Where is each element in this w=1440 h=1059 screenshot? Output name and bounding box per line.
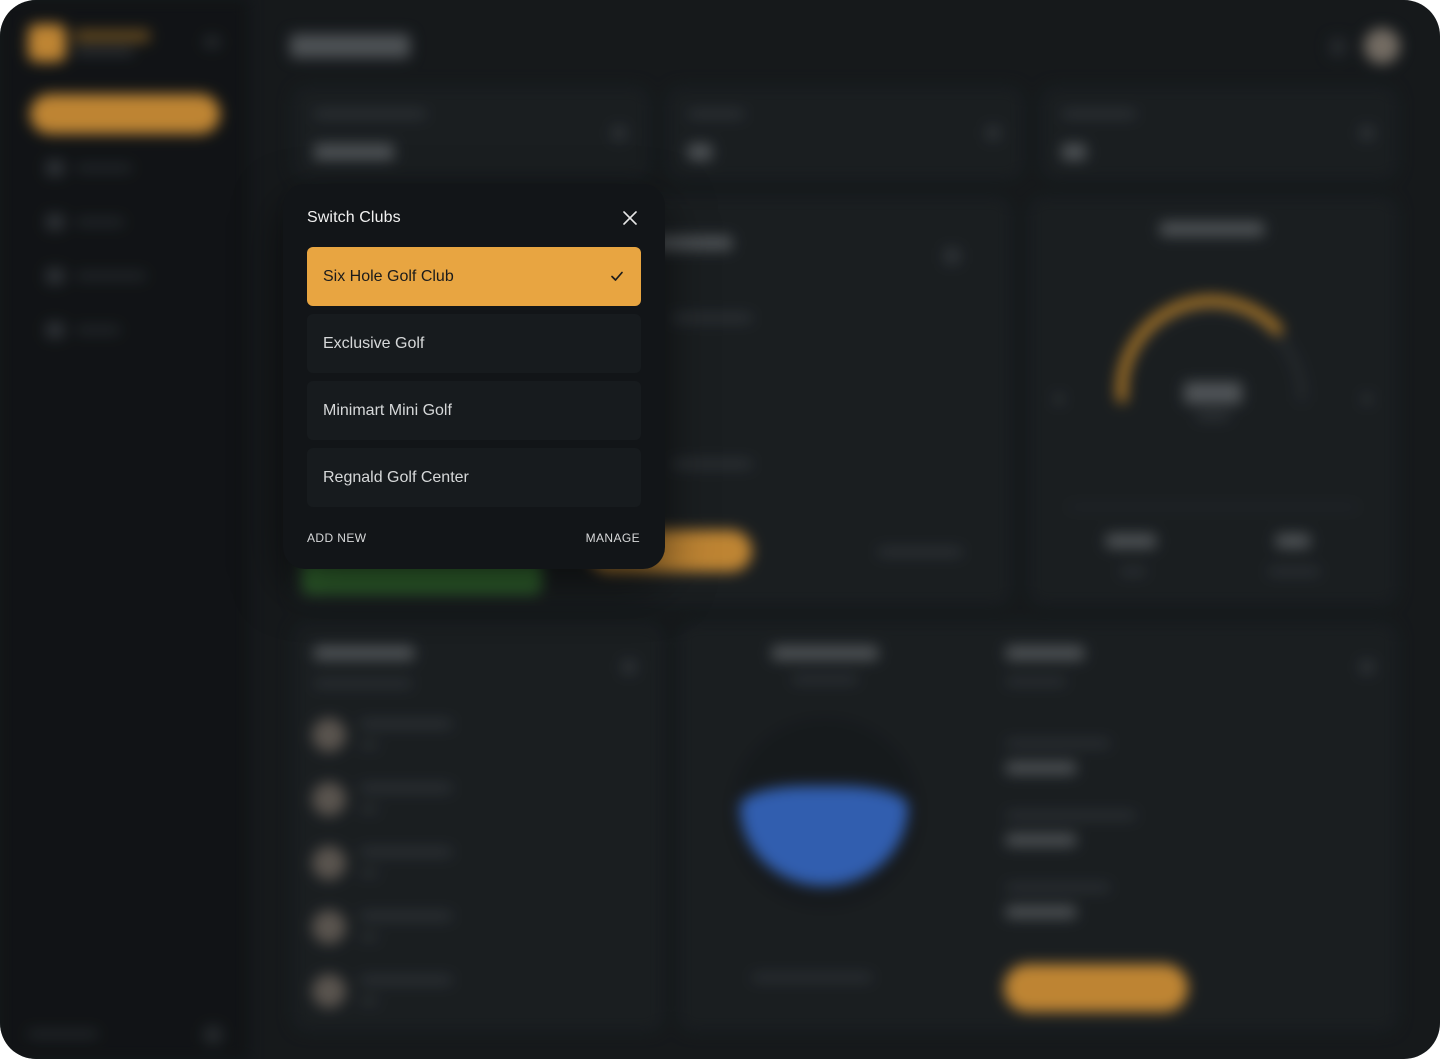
club-option-label: Minimart Mini Golf [323,401,452,419]
check-icon [611,271,623,281]
club-option-minimart-mini-golf[interactable]: Minimart Mini Golf [307,381,641,440]
app-window: Switch Clubs Six Hole Golf Club Exclusiv… [0,0,1440,1059]
club-option-exclusive-golf[interactable]: Exclusive Golf [307,314,641,373]
close-button[interactable] [619,207,641,229]
club-option-label: Regnald Golf Center [323,468,469,486]
club-option-regnald-golf-center[interactable]: Regnald Golf Center [307,448,641,507]
switch-clubs-modal: Switch Clubs Six Hole Golf Club Exclusiv… [283,184,665,569]
club-option-label: Exclusive Golf [323,334,425,352]
club-list: Six Hole Golf Club Exclusive Golf Minima… [307,247,641,515]
modal-title: Switch Clubs [307,209,401,226]
club-option-label: Six Hole Golf Club [323,267,454,285]
close-icon [623,211,637,225]
club-option-six-hole-golf-club[interactable]: Six Hole Golf Club [307,247,641,306]
manage-button[interactable]: MANAGE [586,531,640,545]
add-new-button[interactable]: ADD NEW [307,531,366,545]
modal-overlay[interactable] [0,0,1440,1059]
modal-footer: ADD NEW MANAGE [307,531,640,545]
